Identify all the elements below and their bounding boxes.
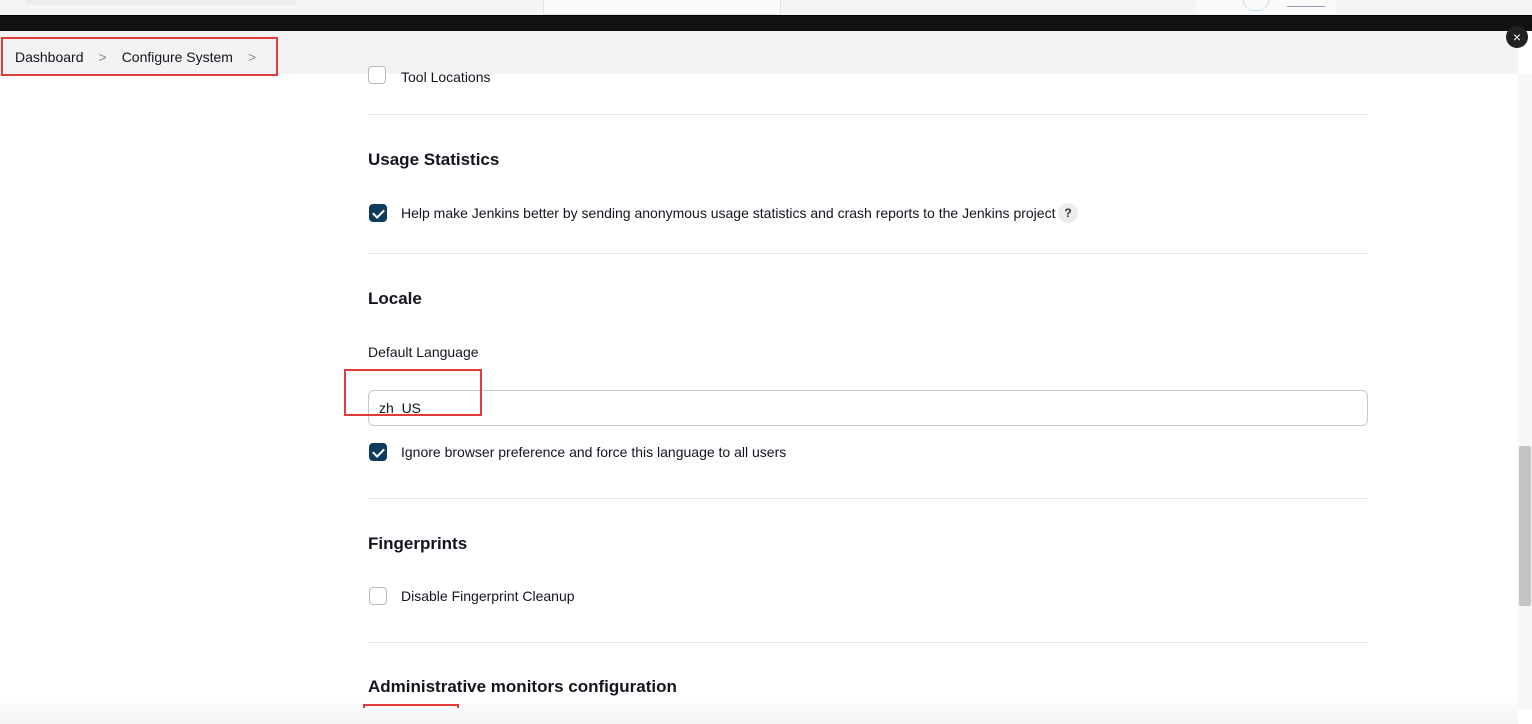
section-divider (368, 498, 1368, 499)
default-language-input[interactable] (368, 390, 1368, 426)
background-page-strip (0, 0, 1532, 15)
section-divider (368, 253, 1368, 254)
disable-fingerprint-cleanup-checkbox[interactable] (369, 587, 387, 605)
scrollbar-thumb[interactable] (1519, 446, 1531, 606)
locale-title: Locale (368, 289, 422, 308)
breadcrumb: Dashboard > Configure System > (1, 37, 278, 76)
ignore-browser-preference-checkbox[interactable] (369, 443, 387, 461)
default-language-label: Default Language (368, 344, 479, 360)
usage-statistics-label: Help make Jenkins better by sending anon… (401, 205, 1056, 221)
section-divider (368, 114, 1368, 115)
bottom-highlight-box (363, 704, 459, 708)
usage-statistics-checkbox[interactable] (369, 204, 387, 222)
breadcrumb-configure-system[interactable]: Configure System (122, 49, 233, 65)
tool-locations-checkbox[interactable] (368, 66, 386, 84)
ignore-browser-preference-label: Ignore browser preference and force this… (401, 444, 787, 460)
background-element (26, 0, 296, 5)
disable-fingerprint-cleanup-label: Disable Fingerprint Cleanup (401, 588, 575, 604)
chevron-right-icon: > (98, 48, 107, 65)
fingerprints-title: Fingerprints (368, 534, 468, 553)
close-icon: × (1512, 29, 1522, 45)
bottom-fade (0, 694, 1518, 724)
overlay-top-bar (0, 16, 1532, 31)
configure-system-overlay: × Tool Locations Usage Statistics Help m… (0, 15, 1532, 724)
scrollbar-track[interactable] (1518, 74, 1532, 709)
background-element (1287, 6, 1325, 7)
chevron-right-icon[interactable]: > (248, 49, 256, 65)
section-divider (368, 642, 1368, 643)
tool-locations-label: Tool Locations (401, 69, 491, 85)
close-button[interactable]: × (1506, 26, 1528, 48)
breadcrumb-dashboard[interactable]: Dashboard (15, 49, 84, 65)
background-search-field (543, 0, 781, 15)
usage-statistics-title: Usage Statistics (368, 150, 500, 169)
help-icon[interactable]: ? (1058, 203, 1078, 223)
